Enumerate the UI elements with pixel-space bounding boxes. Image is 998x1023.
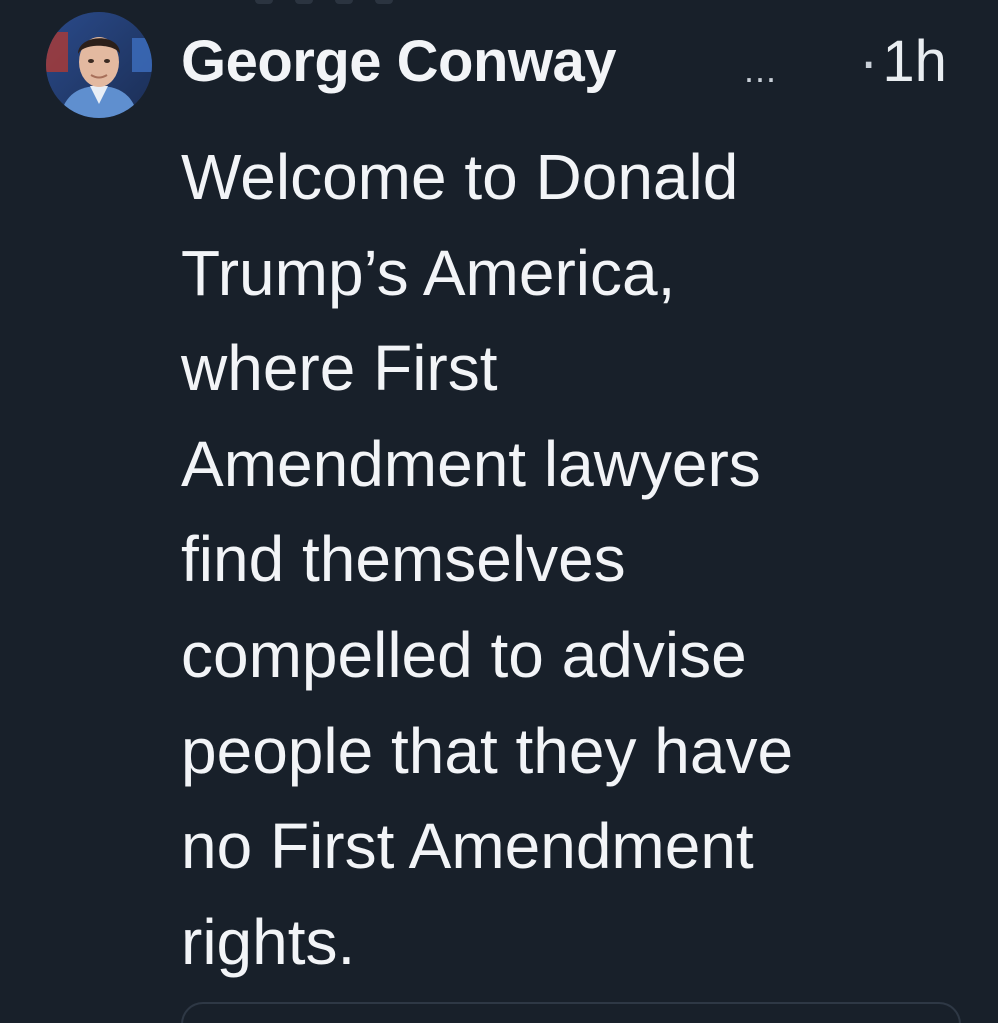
post-text-line: rights.	[181, 905, 356, 978]
avatar[interactable]	[46, 12, 152, 118]
post-text-line: no First Amendment	[181, 810, 754, 883]
post-text-line: compelled to advise	[181, 618, 747, 691]
post-text: Welcome to Donald Trump’s America, where…	[181, 130, 971, 990]
action-icon-edge	[255, 0, 273, 4]
name-truncation-ellipsis: ...	[744, 49, 778, 90]
author-name[interactable]: George Conway	[181, 22, 617, 102]
post-text-line: where First	[181, 332, 498, 405]
post-header: George Conway ... ·1h	[181, 22, 971, 102]
profile-photo-icon	[46, 12, 152, 118]
timestamp-value: 1h	[882, 29, 947, 94]
timestamp-separator: ·	[859, 29, 879, 94]
action-icon-edge	[375, 0, 393, 4]
post-text-line: Welcome to Donald	[181, 141, 739, 213]
action-icon-edge	[295, 0, 313, 4]
post-text-line: Amendment lawyers	[181, 427, 761, 500]
post-text-line: Trump’s America,	[181, 236, 676, 309]
embedded-card[interactable]	[181, 1002, 961, 1023]
post-text-line: find themselves	[181, 523, 626, 596]
post-text-line: people that they have	[181, 714, 794, 787]
previous-post-action-bar	[255, 0, 515, 6]
action-icon-edge	[335, 0, 353, 4]
timestamp[interactable]: ·1h	[859, 22, 947, 102]
post[interactable]: George Conway ... ·1h Welcome to Donald …	[0, 0, 998, 1023]
